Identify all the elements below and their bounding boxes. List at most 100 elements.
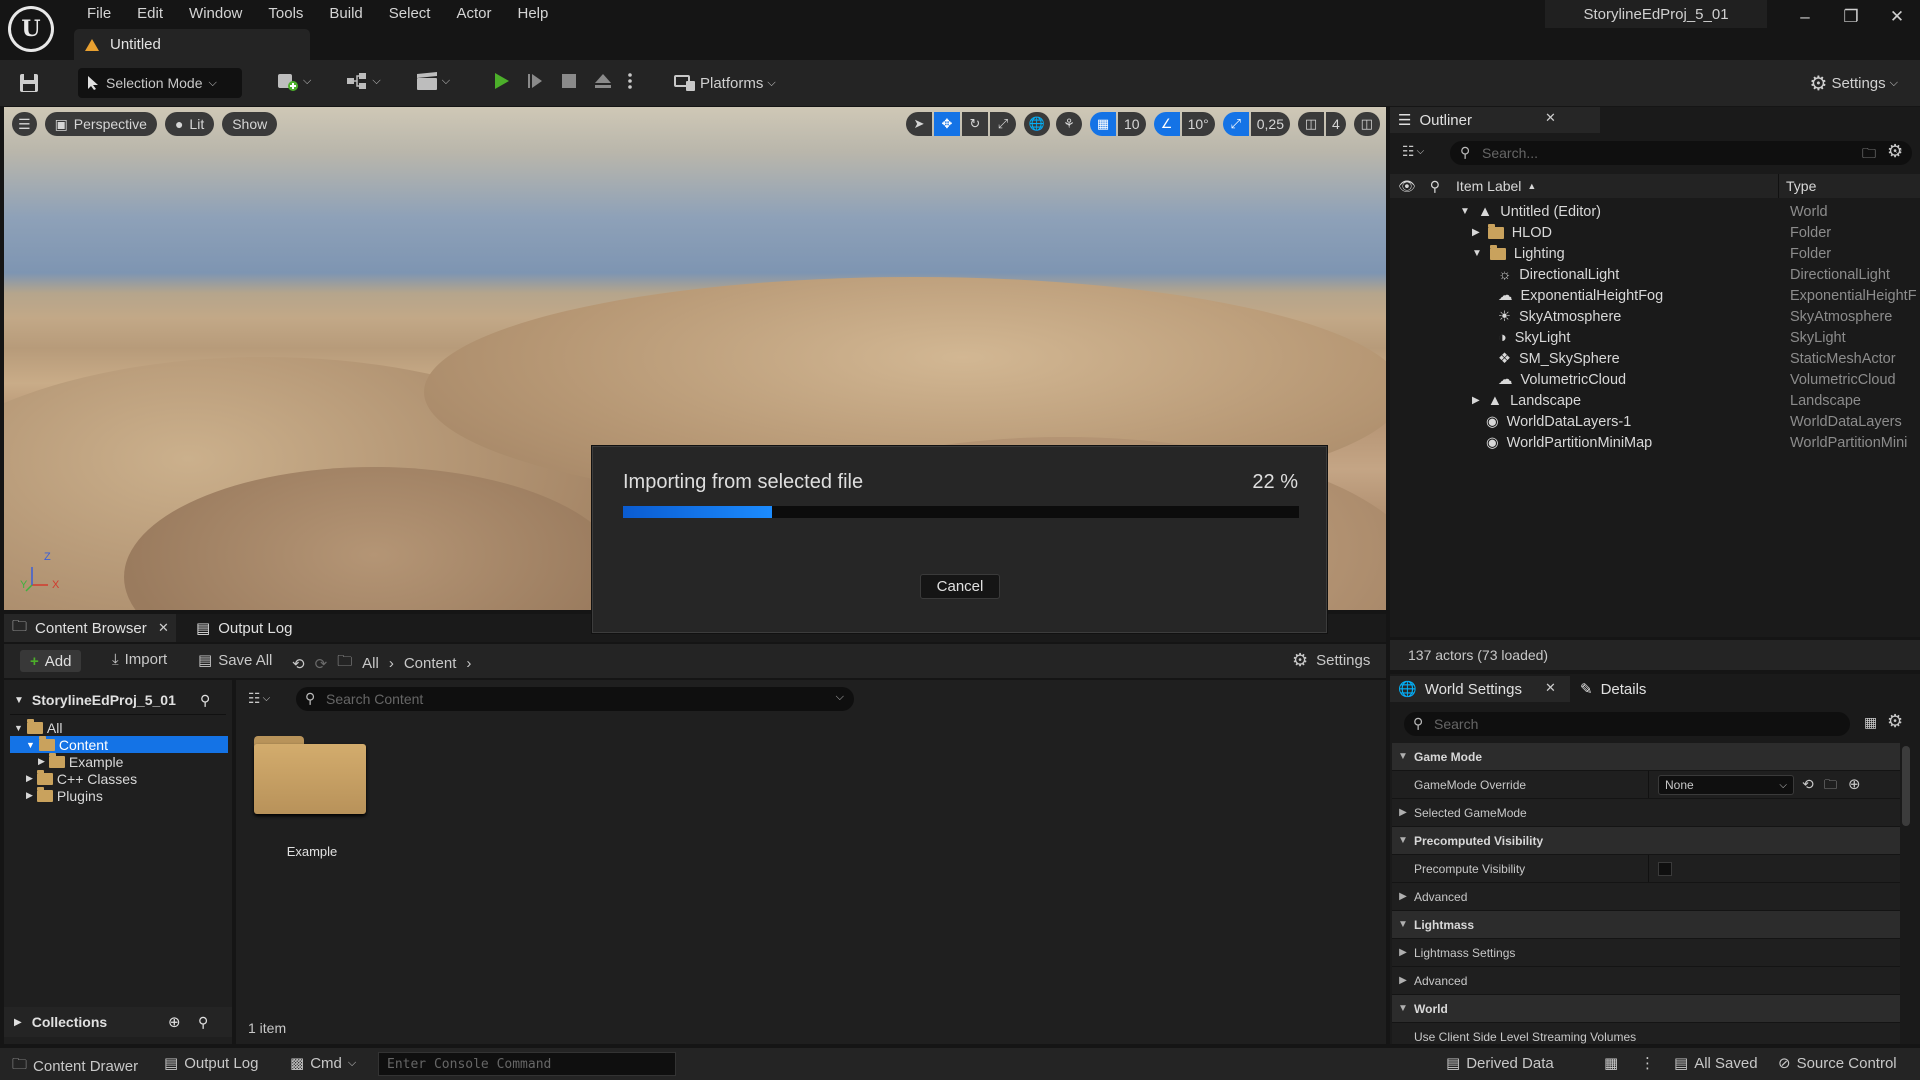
add-button[interactable]: + Add: [20, 650, 82, 672]
outliner-row[interactable]: ▶ ▲ Landscape Landscape: [1390, 390, 1920, 411]
subcategory-selected-gamemode[interactable]: ▶ Selected GameMode: [1392, 799, 1900, 827]
menu-actor[interactable]: Actor: [443, 5, 504, 22]
outliner-row[interactable]: ☁ ExponentialHeightFog ExponentialHeightF: [1390, 285, 1920, 306]
all-saved-button[interactable]: ▤ All Saved: [1674, 1054, 1758, 1073]
eye-icon[interactable]: 👁: [1398, 178, 1416, 195]
subcategory-lightmass-settings[interactable]: ▶ Lightmass Settings: [1392, 939, 1900, 967]
table-view-icon[interactable]: ▦: [1864, 714, 1877, 731]
details-tab[interactable]: ✎ Details: [1580, 677, 1646, 701]
menu-window[interactable]: Window: [176, 5, 255, 22]
back-arrow-icon[interactable]: ⟲: [292, 655, 305, 673]
output-log-tab[interactable]: ▤ Output Log: [196, 616, 292, 640]
menu-tools[interactable]: Tools: [255, 5, 316, 22]
play-icon[interactable]: [490, 70, 512, 92]
close-icon[interactable]: ✕: [1545, 110, 1556, 126]
save-all-button[interactable]: ▤ Save All: [198, 651, 272, 670]
console-command-input[interactable]: Enter Console Command: [378, 1052, 676, 1076]
outliner-row[interactable]: ◉ WorldDataLayers-1 WorldDataLayers: [1390, 411, 1920, 432]
scale-snap-value[interactable]: 0,25: [1250, 112, 1290, 136]
trace-icon[interactable]: ▦: [1604, 1054, 1618, 1072]
source-control-button[interactable]: ⊘ Source Control: [1778, 1054, 1897, 1073]
content-settings-button[interactable]: ⚙ Settings: [1292, 650, 1370, 671]
tree-item-plugins[interactable]: ▶ Plugins: [26, 786, 103, 804]
gear-icon[interactable]: ⚙: [1887, 141, 1903, 162]
add-circle-icon[interactable]: ⊕: [1848, 775, 1861, 793]
menu-file[interactable]: File: [74, 5, 124, 22]
cmd-dropdown[interactable]: ▩ Cmd ⌵: [290, 1054, 356, 1073]
rotation-snap-value[interactable]: 10°: [1181, 112, 1215, 136]
close-icon[interactable]: ✕: [1545, 680, 1556, 696]
expand-arrow-icon[interactable]: ▼: [1460, 206, 1470, 217]
details-scrollbar[interactable]: [1902, 746, 1910, 826]
tree-item-all[interactable]: ▼ All: [14, 718, 62, 736]
translate-tool-icon[interactable]: ✥: [934, 112, 960, 136]
gear-icon[interactable]: ⚙: [1887, 711, 1903, 732]
outliner-row[interactable]: ◑ SkyLight SkyLight: [1390, 327, 1920, 348]
perspective-button[interactable]: ▣ Perspective: [44, 112, 157, 136]
settings-dropdown[interactable]: ⚙ Settings ⌵: [1810, 68, 1898, 98]
outliner-search-input[interactable]: ⚲ Search... ⌵: [1450, 141, 1912, 165]
more-options-icon[interactable]: ⋮: [1640, 1054, 1655, 1072]
expand-arrow-icon[interactable]: ▶: [1472, 227, 1480, 238]
world-settings-search-input[interactable]: ⚲ Search: [1404, 712, 1850, 736]
category-precomputed-visibility[interactable]: ▼ Precomputed Visibility: [1392, 827, 1900, 855]
select-tool-icon[interactable]: ➤: [906, 112, 932, 136]
outliner-row[interactable]: ☀ SkyAtmosphere SkyAtmosphere: [1390, 306, 1920, 327]
breadcrumb-content[interactable]: Content: [404, 655, 457, 672]
viewport-menu-button[interactable]: ☰: [12, 112, 37, 136]
filter-dropdown[interactable]: ☷ ⌵: [1402, 143, 1424, 160]
tree-item-example[interactable]: ▶ Example: [38, 752, 123, 770]
outliner-row[interactable]: ☼ DirectionalLight DirectionalLight: [1390, 264, 1920, 285]
search-icon[interactable]: ⚲: [198, 1014, 208, 1031]
grid-snap-value[interactable]: 10: [1118, 112, 1146, 136]
outliner-row[interactable]: ▶ HLOD Folder: [1390, 222, 1920, 243]
close-icon[interactable]: ✕: [1874, 7, 1920, 27]
sources-root[interactable]: ▼ StorylineEdProj_5_01 ⚲: [14, 692, 226, 708]
import-button[interactable]: ⤓ Import: [112, 651, 167, 668]
minimize-icon[interactable]: –: [1782, 7, 1828, 27]
category-world[interactable]: ▼ World: [1392, 995, 1900, 1023]
eject-icon[interactable]: [592, 70, 614, 92]
outliner-row[interactable]: ▼ ▲ Untitled (Editor) World: [1390, 201, 1920, 222]
scale-snap-icon[interactable]: ⤢: [1222, 112, 1249, 136]
selection-mode-dropdown[interactable]: Selection Mode ⌵: [78, 68, 242, 98]
world-space-icon[interactable]: 🌐: [1024, 112, 1050, 136]
unreal-logo-icon[interactable]: U: [8, 6, 54, 52]
restore-icon[interactable]: ❐: [1828, 7, 1874, 27]
search-icon[interactable]: ⚲: [200, 692, 210, 709]
add-circle-icon[interactable]: ⊕: [168, 1013, 181, 1031]
lit-button[interactable]: ● Lit: [164, 112, 215, 136]
content-search-input[interactable]: ⚲ Search Content ⌵: [296, 687, 854, 711]
content-drawer-button[interactable]: 🗀 Content Drawer: [12, 1054, 138, 1079]
tree-item-cpp-classes[interactable]: ▶ C++ Classes: [26, 769, 137, 787]
subcategory-advanced[interactable]: ▶ Advanced: [1392, 883, 1900, 911]
derived-data-button[interactable]: ▤ Derived Data: [1446, 1054, 1554, 1073]
rotation-snap-icon[interactable]: ∠: [1153, 112, 1180, 136]
cinematics-button[interactable]: ⌵: [415, 70, 450, 92]
menu-edit[interactable]: Edit: [124, 5, 176, 22]
filter-dropdown[interactable]: ☷ ⌵: [248, 690, 270, 707]
column-item-label[interactable]: Item Label: [1456, 178, 1521, 194]
camera-speed-value[interactable]: 4: [1326, 112, 1346, 136]
category-lightmass[interactable]: ▼ Lightmass: [1392, 911, 1900, 939]
rotate-tool-icon[interactable]: ↻: [962, 112, 988, 136]
precompute-visibility-checkbox[interactable]: [1658, 862, 1672, 876]
save-icon[interactable]: [18, 72, 40, 94]
expand-arrow-icon[interactable]: ▼: [1472, 248, 1482, 259]
tree-item-content[interactable]: ▼ Content: [26, 735, 108, 753]
platforms-dropdown[interactable]: Platforms ⌵: [674, 68, 776, 98]
camera-speed-icon[interactable]: ◫: [1298, 112, 1324, 136]
output-log-button[interactable]: ▤ Output Log: [164, 1054, 258, 1073]
menu-help[interactable]: Help: [505, 5, 562, 22]
surface-snap-icon[interactable]: ⚘: [1056, 112, 1082, 136]
breadcrumb-all[interactable]: All: [362, 655, 379, 672]
browse-folder-icon[interactable]: 🗀: [1824, 776, 1837, 798]
category-game-mode[interactable]: ▼ Game Mode: [1392, 743, 1900, 771]
chevron-right-icon[interactable]: ›: [466, 655, 471, 672]
add-actor-button[interactable]: ⌵: [276, 70, 311, 92]
collections-header[interactable]: ▶ Collections ⊕ ⚲: [14, 1013, 226, 1031]
gamemode-override-select[interactable]: None ⌵: [1658, 775, 1794, 795]
expand-arrow-icon[interactable]: ▶: [1472, 395, 1480, 406]
column-type[interactable]: Type: [1786, 178, 1816, 194]
outliner-row[interactable]: ◉ WorldPartitionMiniMap WorldPartitionMin…: [1390, 432, 1920, 453]
